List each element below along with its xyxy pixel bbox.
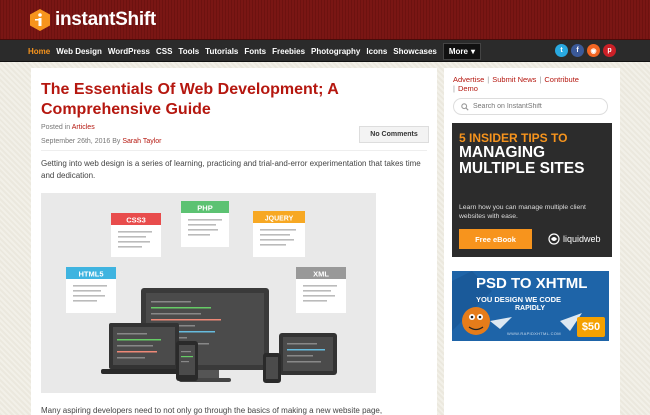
logo-icon bbox=[28, 8, 52, 32]
liquidweb-logo: liquidweb bbox=[548, 233, 601, 245]
nav-item-tools[interactable]: Tools bbox=[178, 47, 199, 56]
nav-item-icons[interactable]: Icons bbox=[366, 47, 387, 56]
article-title[interactable]: The Essentials Of Web Development; A Com… bbox=[41, 80, 421, 120]
ad2-headline: PSD TO XHTML bbox=[476, 275, 588, 292]
ad1-headline-2: MANAGING MULTIPLE SITES bbox=[459, 144, 585, 177]
demo-link[interactable]: Demo bbox=[458, 84, 478, 93]
ad1-headline-1: 5 INSIDER TIPS TO bbox=[459, 131, 568, 145]
hero-image: CSS3 PHP JQUERY HTML5 XML bbox=[41, 193, 376, 393]
search-input[interactable] bbox=[473, 103, 598, 110]
article-intro: Getting into web design is a series of l… bbox=[41, 159, 421, 180]
comments-button[interactable]: No Comments bbox=[359, 126, 429, 143]
nav-item-wordpress[interactable]: WordPress bbox=[108, 47, 150, 56]
advertise-link[interactable]: Advertise bbox=[453, 75, 484, 84]
xml-label: XML bbox=[313, 270, 329, 279]
css-label: CSS3 bbox=[126, 216, 146, 225]
submit-news-link[interactable]: Submit News bbox=[492, 75, 536, 84]
jquery-label: JQUERY bbox=[265, 216, 294, 223]
nav-item-web-design[interactable]: Web Design bbox=[56, 47, 102, 56]
liquidweb-icon bbox=[548, 233, 560, 245]
nav-item-css[interactable]: CSS bbox=[156, 47, 172, 56]
site-header: instantShift bbox=[0, 0, 650, 40]
css-card: CSS3 bbox=[111, 213, 161, 257]
php-card: PHP bbox=[181, 201, 229, 247]
article-paragraph: Many aspiring developers need to not onl… bbox=[41, 406, 383, 415]
ad2-sub-1: YOU DESIGN WE CODE bbox=[476, 295, 562, 304]
nav-more-dropdown[interactable]: More ▾ bbox=[442, 42, 482, 60]
nav-item-home[interactable]: Home bbox=[28, 47, 50, 56]
nav-item-photography[interactable]: Photography bbox=[311, 47, 360, 56]
html-label: HTML5 bbox=[79, 270, 104, 279]
author-link[interactable]: Sarah Taylor bbox=[122, 138, 161, 145]
liquidweb-text: liquidweb bbox=[563, 234, 601, 244]
search-icon bbox=[461, 98, 469, 116]
php-label: PHP bbox=[197, 204, 212, 213]
laptop-illustration bbox=[101, 323, 187, 374]
nav-item-fonts[interactable]: Fonts bbox=[244, 47, 266, 56]
ad1-subtext: Learn how you can manage multiple client… bbox=[459, 204, 586, 220]
ad2-url: WWW.RAPIDXHTML.COM bbox=[507, 331, 561, 336]
free-ebook-button[interactable]: Free eBook bbox=[459, 229, 532, 249]
twitter-icon[interactable]: t bbox=[555, 44, 568, 57]
jquery-card: JQUERY bbox=[253, 211, 305, 257]
category-link[interactable]: Articles bbox=[72, 124, 95, 131]
ad2-sub-2: RAPIDLY bbox=[515, 305, 546, 312]
pinterest-icon[interactable]: p bbox=[603, 44, 616, 57]
nav-items: Home Web Design WordPress CSS Tools Tuto… bbox=[28, 40, 482, 62]
article-panel: The Essentials Of Web Development; A Com… bbox=[31, 68, 437, 415]
main-nav: Home Web Design WordPress CSS Tools Tuto… bbox=[0, 40, 650, 62]
logo-text: instantShift bbox=[55, 9, 156, 30]
site-logo[interactable]: instantShift bbox=[28, 7, 156, 33]
sidebar: Advertise|Submit News|Contribute |Demo 5… bbox=[444, 68, 620, 415]
nav-more-label: More bbox=[448, 46, 468, 56]
sidebar-links: Advertise | Submit News | Contribute | Demo bbox=[453, 75, 579, 93]
liquidweb-ad[interactable]: 5 INSIDER TIPS TO MANAGING MULTIPLE SITE… bbox=[452, 123, 612, 257]
rss-icon[interactable]: ◉ bbox=[587, 44, 600, 57]
social-links: t f ◉ p bbox=[555, 44, 616, 57]
nav-item-showcases[interactable]: Showcases bbox=[393, 47, 437, 56]
price-badge: $50 bbox=[577, 317, 605, 337]
divider bbox=[41, 150, 427, 151]
html-card: HTML5 bbox=[66, 267, 116, 313]
posted-in-label: Posted in bbox=[41, 124, 71, 131]
contribute-link[interactable]: Contribute bbox=[544, 75, 579, 84]
nav-item-tutorials[interactable]: Tutorials bbox=[205, 47, 238, 56]
article-date-line: September 26th, 2016 By Sarah Taylor bbox=[41, 138, 162, 145]
xml-card: XML bbox=[296, 267, 346, 313]
search-box bbox=[453, 98, 608, 115]
article-category-line: Posted in Articles bbox=[41, 124, 95, 131]
nav-item-freebies[interactable]: Freebies bbox=[272, 47, 305, 56]
rapidxhtml-ad[interactable]: PSD TO XHTML YOU DESIGN WE CODE RAPIDLY … bbox=[452, 271, 609, 341]
facebook-icon[interactable]: f bbox=[571, 44, 584, 57]
article-date: September 26th, 2016 By bbox=[41, 138, 121, 145]
chevron-down-icon: ▾ bbox=[471, 46, 476, 56]
tablet-illustration bbox=[279, 333, 337, 375]
